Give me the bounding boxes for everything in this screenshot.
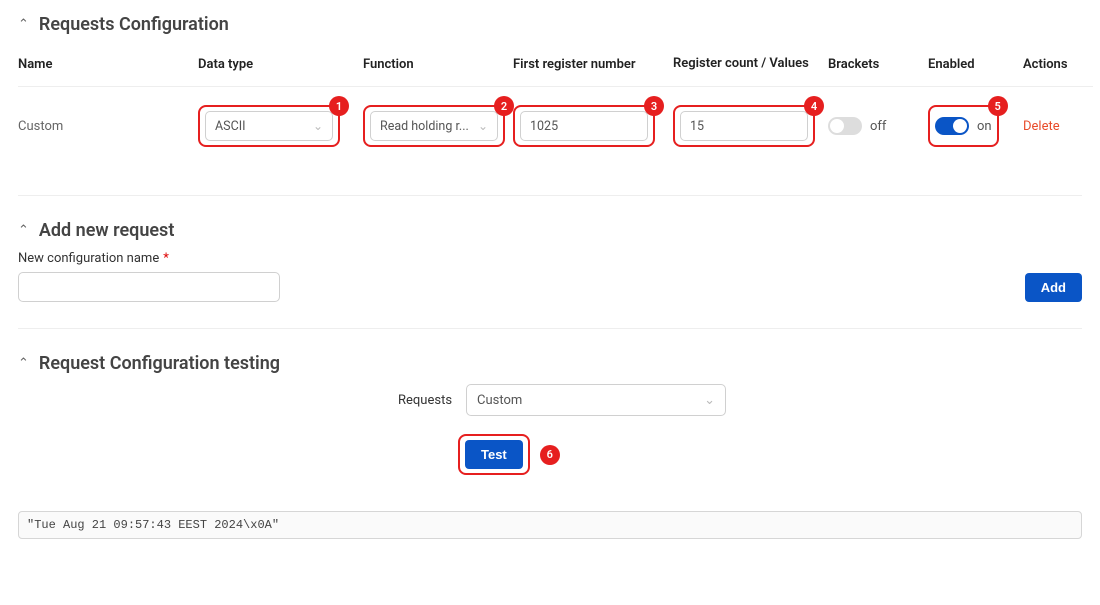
- brackets-toggle[interactable]: [828, 117, 862, 135]
- col-function: Function: [363, 45, 513, 87]
- cell-function: Read holding r... ⌄ 2: [363, 87, 513, 169]
- section-title: Add new request: [39, 220, 174, 241]
- highlight-3: 1025 3: [513, 105, 655, 147]
- badge-3: 3: [644, 96, 664, 116]
- divider: [18, 328, 1082, 329]
- chevron-up-icon: ⌃: [18, 223, 29, 238]
- col-brackets: Brackets: [828, 45, 928, 87]
- section-title: Requests Configuration: [39, 14, 229, 35]
- first-register-value: 1025: [530, 119, 558, 134]
- cell-enabled: on 5: [928, 87, 1023, 169]
- badge-5: 5: [988, 96, 1008, 116]
- highlight-2: Read holding r... ⌄ 2: [363, 105, 505, 147]
- section-testing[interactable]: ⌃ Request Configuration testing: [18, 349, 1082, 384]
- section-add-new[interactable]: ⌃ Add new request: [18, 216, 1082, 251]
- section-title: Request Configuration testing: [39, 353, 280, 374]
- col-enabled: Enabled: [928, 45, 1023, 87]
- function-value: Read holding r...: [380, 119, 469, 134]
- cell-name: Custom: [18, 101, 198, 156]
- chevron-up-icon: ⌃: [18, 17, 29, 32]
- requests-table: Name Data type Function First register n…: [18, 45, 1082, 169]
- section-requests-config[interactable]: ⌃ Requests Configuration: [18, 10, 1082, 45]
- col-name: Name: [18, 45, 198, 87]
- badge-6: 6: [540, 445, 560, 465]
- register-count-value: 15: [690, 119, 704, 134]
- col-first-reg: First register number: [513, 45, 673, 87]
- requests-selected: Custom: [477, 393, 522, 408]
- highlight-6: Test 6: [458, 434, 530, 475]
- enabled-state: on: [977, 119, 992, 134]
- delete-link[interactable]: Delete: [1023, 119, 1060, 134]
- data-type-select[interactable]: ASCII ⌄: [205, 111, 333, 141]
- chevron-down-icon: ⌄: [704, 393, 715, 408]
- cell-data-type: ASCII ⌄ 1: [198, 87, 363, 169]
- badge-1: 1: [329, 96, 349, 116]
- highlight-4: 15 4: [673, 105, 815, 147]
- col-actions: Actions: [1023, 45, 1093, 87]
- requests-select[interactable]: Custom ⌄: [466, 384, 726, 416]
- required-star: *: [163, 251, 169, 266]
- test-button[interactable]: Test: [465, 440, 523, 469]
- highlight-5: on 5: [928, 105, 999, 147]
- chevron-down-icon: ⌄: [313, 119, 323, 133]
- highlight-1: ASCII ⌄ 1: [198, 105, 340, 147]
- chevron-up-icon: ⌃: [18, 356, 29, 371]
- badge-2: 2: [494, 96, 514, 116]
- divider: [18, 195, 1082, 196]
- first-register-input[interactable]: 1025: [520, 111, 648, 141]
- function-select[interactable]: Read holding r... ⌄: [370, 111, 498, 141]
- cell-first-reg: 1025 3: [513, 87, 673, 169]
- cell-brackets: off: [828, 93, 928, 163]
- cell-actions: Delete: [1023, 101, 1093, 156]
- col-reg-count: Register count / Values: [673, 45, 828, 87]
- new-config-input[interactable]: [18, 272, 280, 302]
- enabled-toggle[interactable]: [935, 117, 969, 135]
- new-config-label: New configuration name*: [18, 251, 280, 266]
- badge-4: 4: [804, 96, 824, 116]
- log-output: "Tue Aug 21 09:57:43 EEST 2024\x0A": [18, 511, 1082, 539]
- brackets-state: off: [870, 119, 886, 134]
- col-data-type: Data type: [198, 45, 363, 87]
- requests-label: Requests: [398, 393, 452, 408]
- add-button[interactable]: Add: [1025, 273, 1082, 302]
- register-count-input[interactable]: 15: [680, 111, 808, 141]
- cell-reg-count: 15 4: [673, 87, 828, 169]
- data-type-value: ASCII: [215, 119, 246, 134]
- chevron-down-icon: ⌄: [478, 119, 488, 133]
